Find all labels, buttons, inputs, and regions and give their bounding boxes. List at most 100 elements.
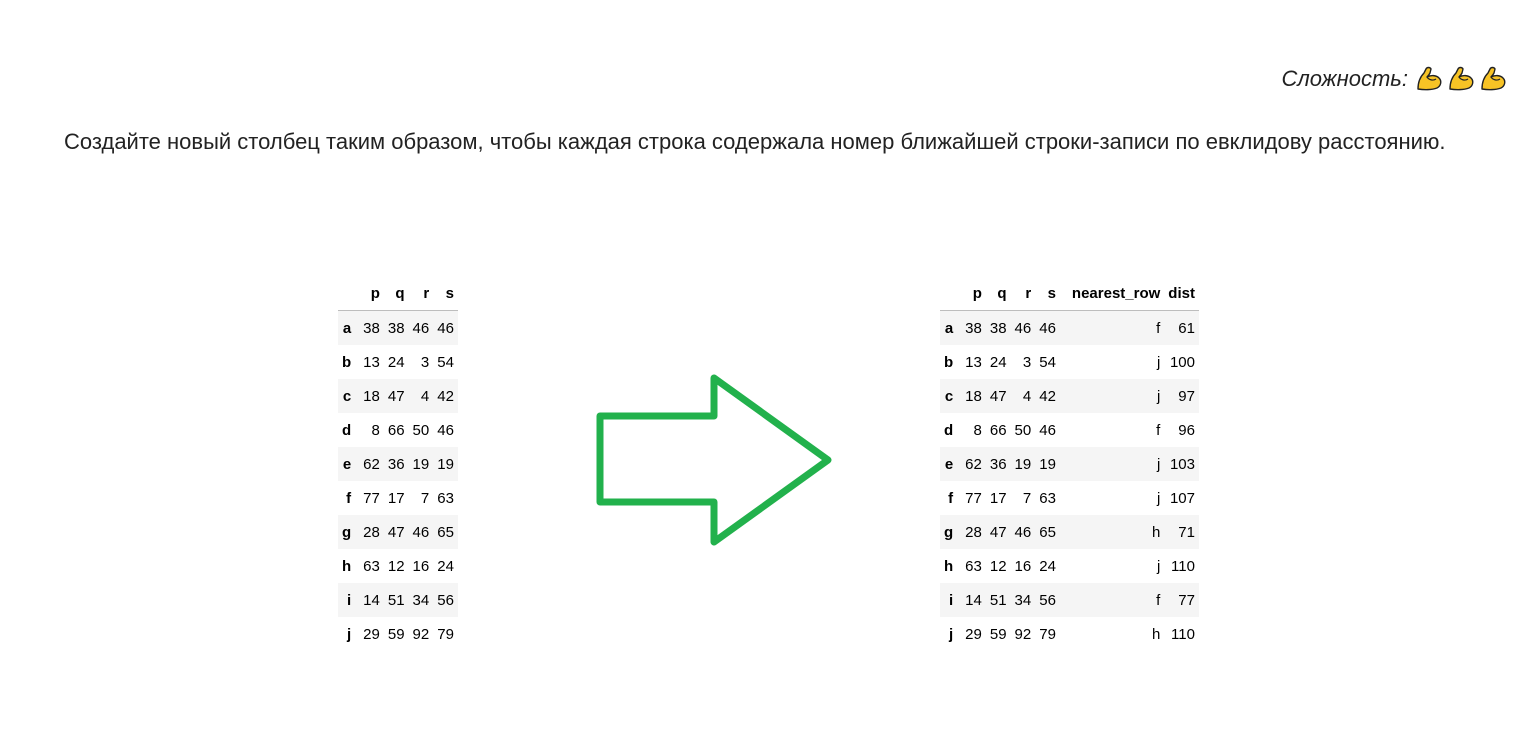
table-cell: f — [1156, 319, 1161, 337]
table-row: j 29 59 92 79 h 110 — [940, 617, 1199, 651]
table-cell: 103 — [1169, 455, 1195, 473]
row-index-cell: c — [944, 387, 954, 405]
index-header-cell — [940, 276, 962, 311]
row-index-cell: g — [342, 523, 352, 541]
table-cell: 65 — [1039, 523, 1056, 541]
table-cell: 19 — [412, 455, 430, 473]
table-row: d 8 66 50 46 f 96 — [940, 413, 1199, 447]
table-cell: 42 — [437, 387, 454, 405]
column-header-s: s — [1035, 276, 1060, 311]
table-cell: 36 — [989, 455, 1007, 473]
table-cell: 14 — [363, 591, 380, 609]
table-cell: 77 — [363, 489, 380, 507]
arrow-right-icon — [596, 374, 832, 546]
table-cell: 100 — [1169, 353, 1195, 371]
table-cell: 29 — [965, 625, 982, 643]
row-index-cell: f — [346, 489, 352, 507]
table-cell: 17 — [387, 489, 405, 507]
table-row: h 63 12 16 24 — [338, 549, 458, 583]
output-dataframe-table: p q r s nearest_row dist a 38 38 46 46 f 61 b 13 24 3 54… — [940, 276, 1199, 651]
table-cell: 4 — [1022, 387, 1032, 405]
row-index-cell: h — [342, 557, 352, 575]
table-cell: 16 — [412, 557, 430, 575]
column-header-s: s — [433, 276, 458, 311]
row-index-cell: b — [342, 353, 352, 371]
table-row: i 14 51 34 56 — [338, 583, 458, 617]
table-row: e 62 36 19 19 — [338, 447, 458, 481]
table-cell: 47 — [989, 523, 1007, 541]
table-cell: 24 — [989, 353, 1007, 371]
table-cell: 51 — [387, 591, 405, 609]
table-cell: 14 — [965, 591, 982, 609]
table-cell: 61 — [1178, 319, 1195, 337]
row-index-cell: h — [944, 557, 954, 575]
table-cell: 66 — [387, 421, 405, 439]
table-cell: 47 — [387, 523, 405, 541]
table-row: c 18 47 4 42 — [338, 379, 458, 413]
table-cell: 12 — [989, 557, 1007, 575]
table-cell: 71 — [1178, 523, 1195, 541]
table-cell: 46 — [1014, 523, 1032, 541]
table-cell: 34 — [412, 591, 430, 609]
table-cell: 59 — [989, 625, 1007, 643]
table-cell: 51 — [989, 591, 1007, 609]
row-index-cell: a — [342, 319, 352, 337]
table-cell: 18 — [965, 387, 982, 405]
table-cell: 19 — [1014, 455, 1032, 473]
input-dataframe-table: pqrs a 38 38 46 46 b 13 24 3 54 c 18 47 4 42 d 8 66 50 46 e 6… — [338, 276, 458, 651]
table-cell: 92 — [412, 625, 430, 643]
row-index-cell: j — [949, 625, 954, 643]
table-cell: j — [1156, 489, 1161, 507]
table-cell: 28 — [363, 523, 380, 541]
table-cell: 38 — [363, 319, 380, 337]
table-cell: 3 — [420, 353, 430, 371]
table-cell: 19 — [1039, 455, 1056, 473]
table-cell: 97 — [1178, 387, 1195, 405]
table-cell: 34 — [1014, 591, 1032, 609]
index-header-cell — [338, 276, 360, 311]
column-header-dist: dist — [1164, 276, 1199, 311]
table-cell: 38 — [989, 319, 1007, 337]
table-cell: 17 — [989, 489, 1007, 507]
table-cell: 54 — [437, 353, 454, 371]
table-cell: 7 — [1022, 489, 1032, 507]
row-index-cell: e — [342, 455, 352, 473]
table-cell: 19 — [437, 455, 454, 473]
table-cell: 28 — [965, 523, 982, 541]
table-cell: h — [1151, 523, 1161, 541]
difficulty-icons — [1414, 64, 1508, 94]
table-cell: 59 — [387, 625, 405, 643]
table-cell: 46 — [1014, 319, 1032, 337]
table-row: c 18 47 4 42 j 97 — [940, 379, 1199, 413]
table-cell: 46 — [1039, 319, 1056, 337]
table-cell: 77 — [1178, 591, 1195, 609]
table-cell: 29 — [363, 625, 380, 643]
table-cell: 96 — [1178, 421, 1195, 439]
table-cell: 24 — [437, 557, 454, 575]
table-cell: 46 — [437, 421, 454, 439]
row-index-cell: d — [944, 421, 954, 439]
table-cell: 12 — [387, 557, 405, 575]
table-cell: 16 — [1014, 557, 1032, 575]
flexed-biceps-icon — [1481, 66, 1506, 91]
table-cell: 56 — [1039, 591, 1056, 609]
table-cell: j — [1156, 353, 1161, 371]
table-cell: 36 — [387, 455, 405, 473]
table-cell: f — [1156, 591, 1161, 609]
table-cell: 46 — [437, 319, 454, 337]
table-row: f 77 17 7 63 — [338, 481, 458, 515]
table-row: b 13 24 3 54 j 100 — [940, 345, 1199, 379]
table-row: a 38 38 46 46 — [338, 310, 458, 345]
table-cell: 79 — [437, 625, 454, 643]
table-cell: 63 — [437, 489, 454, 507]
column-header-r: r — [408, 276, 434, 311]
row-index-cell: i — [347, 591, 352, 609]
table-cell: 66 — [989, 421, 1007, 439]
table-cell: 63 — [965, 557, 982, 575]
table-cell: 47 — [387, 387, 405, 405]
table-cell: 54 — [1039, 353, 1056, 371]
table-row: h 63 12 16 24 j 110 — [940, 549, 1199, 583]
table-cell: 110 — [1171, 557, 1195, 575]
table-cell: 46 — [412, 523, 430, 541]
table-cell: 13 — [363, 353, 380, 371]
